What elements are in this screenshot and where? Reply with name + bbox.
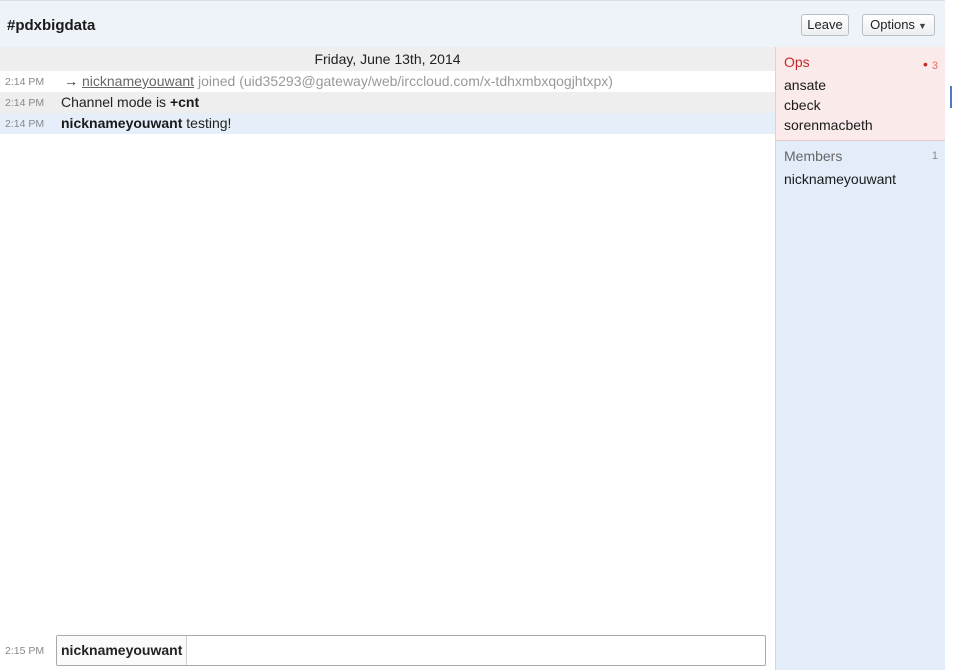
- join-nick-link[interactable]: nicknameyouwant: [82, 73, 194, 89]
- channel-title: #pdxbigdata: [7, 17, 96, 34]
- message-input[interactable]: nicknameyouwant: [56, 635, 766, 666]
- composer: 2:15 PM nicknameyouwant: [0, 633, 775, 670]
- timestamp: 2:14 PM: [5, 76, 45, 88]
- timestamp: 2:14 PM: [5, 118, 45, 130]
- chat-message-row: 2:14 PM nicknameyouwant testing!: [0, 113, 775, 134]
- mode-message: Channel mode is +cnt: [61, 92, 199, 113]
- join-message: → nicknameyouwant joined (uid35293@gatewa…: [61, 71, 613, 92]
- ops-count-value: 3: [931, 60, 938, 72]
- timestamp: 2:14 PM: [5, 97, 45, 109]
- member-item[interactable]: nicknameyouwant: [784, 171, 896, 187]
- message-text: testing!: [182, 115, 232, 131]
- member-list: Ops • 3 ansate cbeck sorenmacbeth Members…: [775, 47, 946, 670]
- ops-count: • 3: [923, 56, 938, 72]
- join-row: 2:14 PM → nicknameyouwant joined (uid3529…: [0, 71, 775, 92]
- mode-value: +cnt: [169, 94, 200, 110]
- options-label: Options: [870, 17, 915, 32]
- composer-timestamp: 2:15 PM: [5, 645, 45, 657]
- dot-icon: •: [922, 56, 928, 72]
- members-heading: Members: [784, 148, 843, 164]
- chevron-down-icon: ▼: [917, 21, 927, 31]
- ops-heading: Ops: [784, 54, 810, 70]
- scroll-indicator[interactable]: [950, 86, 952, 108]
- members-count: 1: [931, 150, 938, 162]
- ops-section: Ops • 3 ansate cbeck sorenmacbeth: [776, 47, 945, 141]
- message-log[interactable]: Friday, June 13th, 2014 2:14 PM → nicknam…: [0, 47, 775, 670]
- options-button[interactable]: Options ▼: [862, 14, 935, 36]
- mode-row: 2:14 PM Channel mode is +cnt: [0, 92, 775, 113]
- member-item[interactable]: sorenmacbeth: [784, 117, 873, 133]
- join-details: joined (uid35293@gateway/web/irccloud.co…: [197, 73, 613, 89]
- date-divider: Friday, June 13th, 2014: [0, 47, 775, 72]
- arrow-right-icon: →: [64, 73, 78, 89]
- leave-button[interactable]: Leave: [801, 14, 849, 36]
- message-nick[interactable]: nicknameyouwant: [61, 115, 182, 131]
- member-item[interactable]: cbeck: [784, 97, 821, 113]
- channel-header: #pdxbigdata Leave Options ▼: [0, 0, 945, 48]
- composer-nick: nicknameyouwant: [57, 636, 188, 665]
- mode-text: Channel mode is: [61, 94, 170, 110]
- chat-message: nicknameyouwant testing!: [61, 113, 231, 134]
- member-item[interactable]: ansate: [784, 77, 826, 93]
